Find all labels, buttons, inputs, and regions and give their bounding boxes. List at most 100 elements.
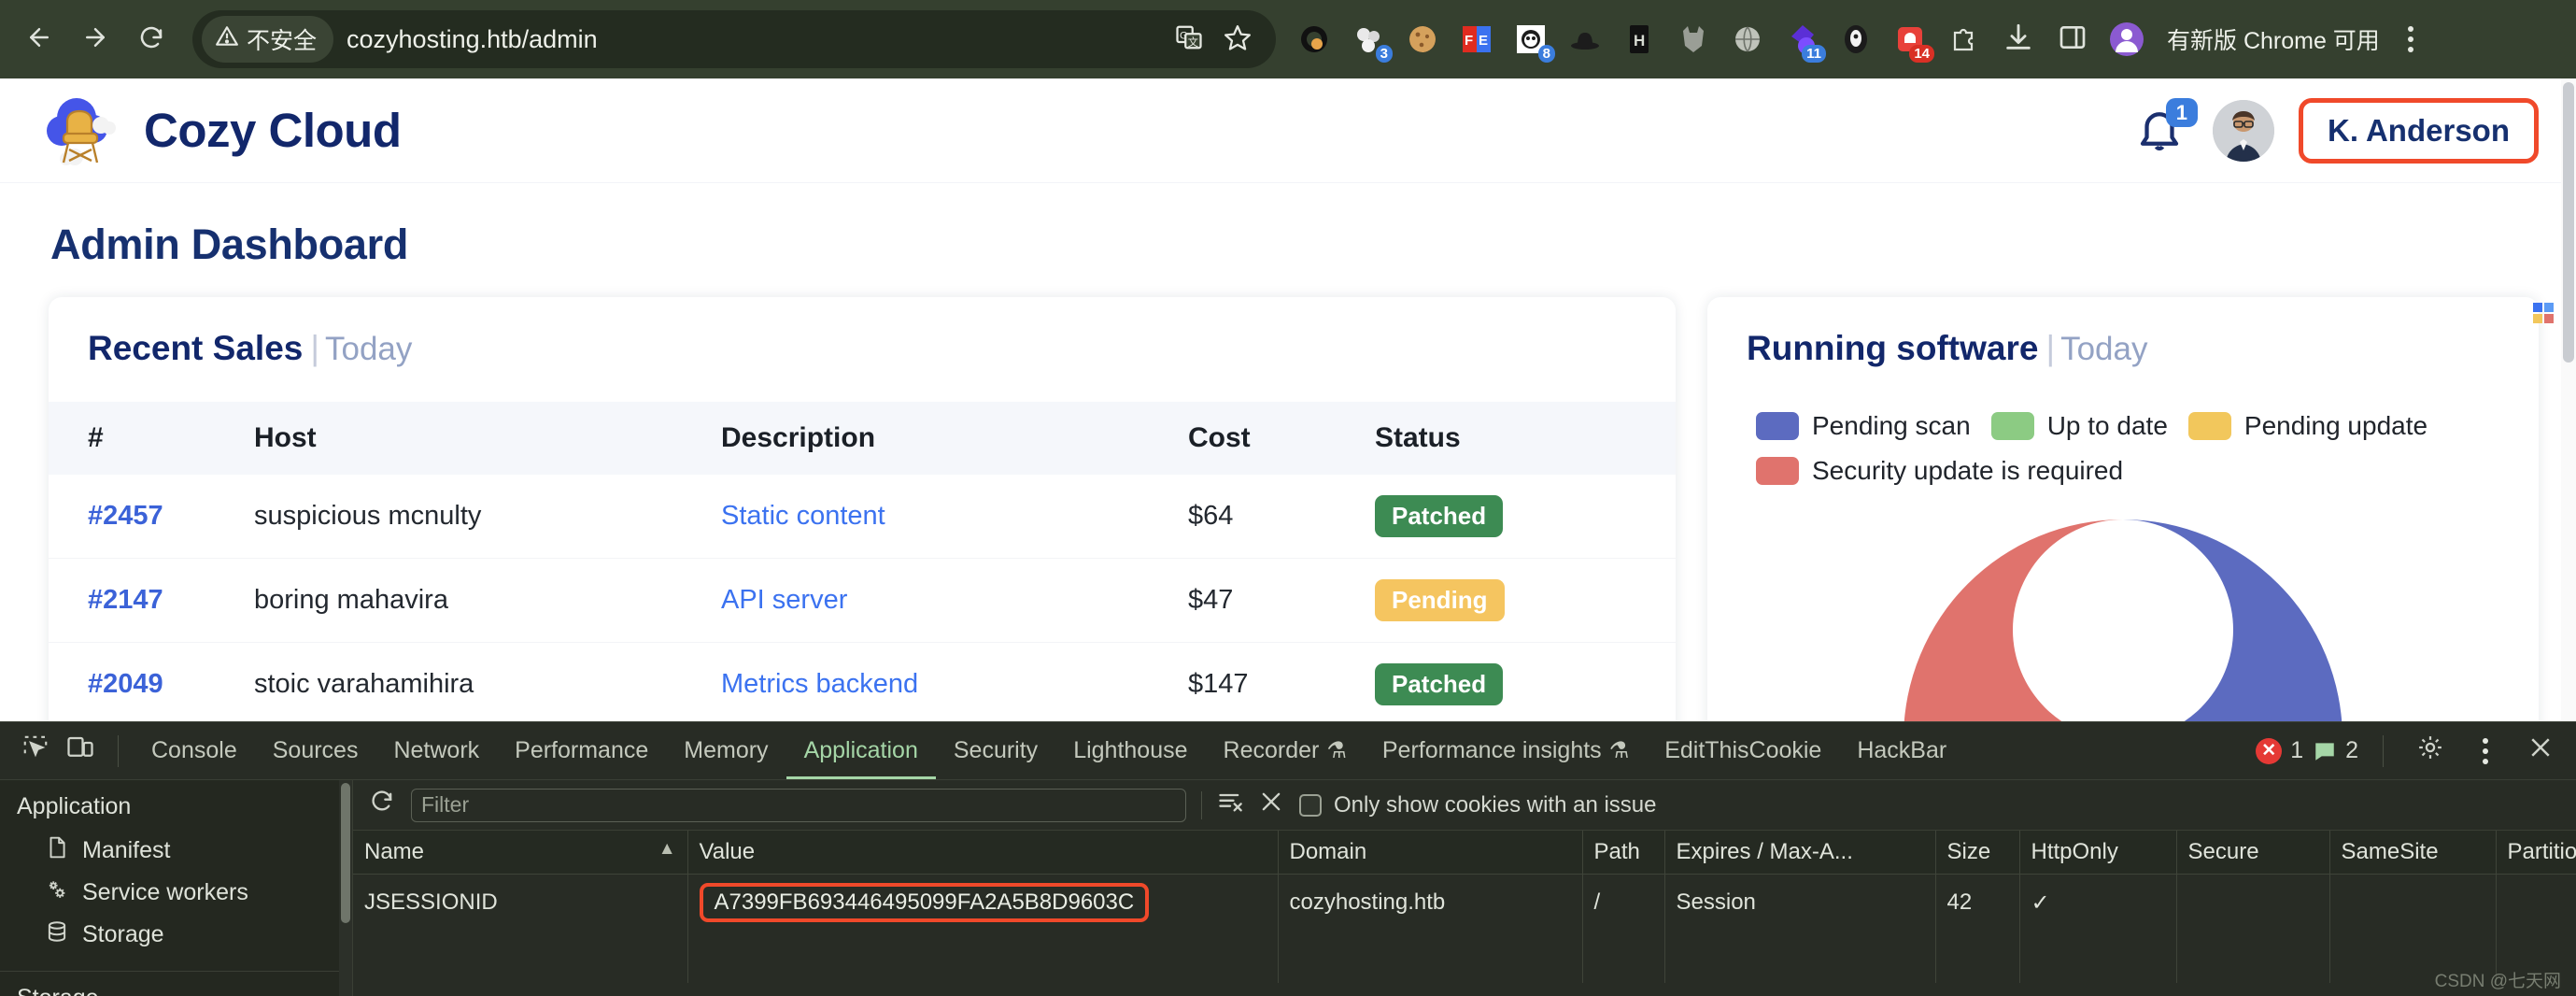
column-header-size[interactable]: Size: [1935, 831, 2020, 875]
tab-application[interactable]: Application: [786, 722, 936, 779]
tab-lighthouse[interactable]: Lighthouse: [1055, 722, 1205, 779]
only-issues-checkbox-row[interactable]: Only show cookies with an issue: [1299, 792, 1657, 818]
cookie-name[interactable]: JSESSIONID: [353, 874, 688, 931]
sale-id-link[interactable]: #2457: [88, 501, 163, 531]
cookie-httponly[interactable]: ✓: [2019, 874, 2177, 931]
tab-performance[interactable]: Performance: [497, 722, 666, 779]
table-row[interactable]: #2049 stoic varahamihira Metrics backend…: [49, 642, 1676, 721]
translate-button[interactable]: G文: [1168, 18, 1210, 61]
tab-console[interactable]: Console: [134, 722, 255, 779]
site-security-chip[interactable]: 不安全: [202, 16, 334, 63]
url-text[interactable]: cozyhosting.htb/admin: [347, 25, 1162, 54]
extension-icon-notifier[interactable]: 14: [1885, 14, 1935, 64]
sidebar-scrollbar-thumb[interactable]: [341, 783, 350, 923]
table-row[interactable]: #2147 boring mahavira API server $47 Pen…: [49, 558, 1676, 643]
tab-sources[interactable]: Sources: [255, 722, 376, 779]
floating-widget-icon[interactable]: [2531, 301, 2555, 325]
user-name-box[interactable]: K. Anderson: [2299, 97, 2539, 164]
running-software-donut-chart[interactable]: [1904, 519, 2342, 721]
sidebar-item-storage[interactable]: Storage: [0, 914, 352, 956]
brand-logo-group[interactable]: Cozy Cloud: [43, 93, 402, 168]
extension-icon-foxyproxy[interactable]: 3: [1343, 14, 1394, 64]
tab-recorder[interactable]: Recorder ⚗: [1206, 722, 1365, 779]
extension-icon-dog[interactable]: [1831, 14, 1881, 64]
cookie-row[interactable]: JSESSIONID A7399FB693446495099FA2A5B8D96…: [353, 874, 2576, 931]
column-header-status[interactable]: Status: [1375, 402, 1676, 475]
column-header-expires[interactable]: Expires / Max-A...: [1664, 831, 1936, 875]
tab-security[interactable]: Security: [936, 722, 1055, 779]
extension-icon-wolf[interactable]: [1668, 14, 1719, 64]
sale-id-link[interactable]: #2049: [88, 669, 163, 699]
message-count-indicator[interactable]: 2: [2313, 737, 2358, 764]
legend-item[interactable]: Up to date: [1990, 411, 2168, 441]
cookies-filter-input[interactable]: [411, 788, 1186, 822]
clear-filtered-cookies-button[interactable]: [1217, 789, 1243, 821]
sidebar-item-service-workers[interactable]: Service workers: [0, 872, 352, 914]
cookie-secure[interactable]: [2176, 874, 2330, 931]
sale-description-link[interactable]: Metrics backend: [721, 669, 918, 699]
address-bar[interactable]: 不安全 cozyhosting.htb/admin G文: [192, 10, 1276, 68]
inspect-element-button[interactable]: [13, 729, 58, 774]
legend-item[interactable]: Pending scan: [1756, 411, 1971, 441]
column-header-partition[interactable]: Partition...: [2496, 831, 2576, 875]
extension-icon-puzzle[interactable]: [1939, 14, 1989, 64]
table-row[interactable]: #2457 suspicious mcnulty Static content …: [49, 475, 1676, 559]
page-scrollbar-thumb[interactable]: [2563, 82, 2574, 363]
column-header-cost[interactable]: Cost: [1188, 402, 1375, 475]
tab-hackbar[interactable]: HackBar: [1839, 722, 1964, 779]
cookie-domain[interactable]: cozyhosting.htb: [1278, 874, 1583, 931]
sidebar-item-manifest[interactable]: Manifest: [0, 830, 352, 872]
sidebar-scrollbar-track[interactable]: [339, 780, 352, 996]
tab-performance-insights[interactable]: Performance insights ⚗: [1365, 722, 1647, 779]
devtools-close-button[interactable]: [2518, 729, 2563, 774]
cookie-value-cell[interactable]: A7399FB693446495099FA2A5B8D9603C: [687, 874, 1279, 931]
column-header-description[interactable]: Description: [721, 402, 1188, 475]
cookie-value[interactable]: A7399FB693446495099FA2A5B8D9603C: [699, 883, 1150, 922]
devtools-settings-button[interactable]: [2408, 729, 2453, 774]
column-header-host[interactable]: Host: [254, 402, 721, 475]
bookmark-button[interactable]: [1216, 18, 1259, 61]
extension-icon-cookie[interactable]: [1397, 14, 1448, 64]
column-header-name[interactable]: Name ▲: [353, 831, 688, 875]
notifications-button[interactable]: 1: [2134, 97, 2199, 158]
browser-menu-button[interactable]: [2387, 13, 2434, 65]
tab-network[interactable]: Network: [375, 722, 497, 779]
downloads-button[interactable]: [1993, 14, 2044, 64]
column-header-value[interactable]: Value: [687, 831, 1279, 875]
cookie-path[interactable]: /: [1582, 874, 1665, 931]
refresh-cookies-button[interactable]: [370, 789, 396, 821]
profile-avatar-button[interactable]: [2102, 14, 2152, 64]
extension-icon-globe[interactable]: [1722, 14, 1773, 64]
extension-icon-panda[interactable]: 8: [1506, 14, 1556, 64]
extension-icon-wappalyzer[interactable]: [1289, 14, 1339, 64]
cookie-samesite[interactable]: [2329, 874, 2497, 931]
extension-icon-hackbar[interactable]: H: [1614, 14, 1664, 64]
side-panel-button[interactable]: [2047, 14, 2098, 64]
device-toolbar-button[interactable]: [58, 729, 103, 774]
cookie-partition[interactable]: [2496, 874, 2576, 931]
devtools-more-button[interactable]: [2462, 725, 2509, 777]
clear-all-cookies-button[interactable]: [1258, 789, 1284, 821]
sale-description-link[interactable]: Static content: [721, 501, 885, 531]
cookie-size[interactable]: 42: [1935, 874, 2020, 931]
error-count-indicator[interactable]: ✕ 1: [2256, 737, 2303, 764]
extension-icon-feedly[interactable]: FE: [1451, 14, 1502, 64]
sale-id-link[interactable]: #2147: [88, 585, 163, 615]
column-header-secure[interactable]: Secure: [2176, 831, 2330, 875]
cookie-expires[interactable]: Session: [1664, 874, 1936, 931]
legend-item[interactable]: Security update is required: [1756, 456, 2123, 486]
sale-description-link[interactable]: API server: [721, 585, 847, 615]
tab-editthiscookie[interactable]: EditThisCookie: [1647, 722, 1839, 779]
page-scrollbar-track[interactable]: [2561, 78, 2576, 721]
extension-icon-blackhat[interactable]: [1560, 14, 1610, 64]
column-header-path[interactable]: Path: [1582, 831, 1665, 875]
column-header-samesite[interactable]: SameSite: [2329, 831, 2497, 875]
chrome-update-text[interactable]: 有新版 Chrome 可用: [2167, 22, 2380, 56]
column-header-id[interactable]: #: [49, 402, 254, 475]
extension-icon-violentmonkey[interactable]: 11: [1776, 14, 1827, 64]
only-issues-checkbox[interactable]: [1299, 793, 1322, 817]
legend-item[interactable]: Pending update: [2187, 411, 2427, 441]
column-header-domain[interactable]: Domain: [1278, 831, 1583, 875]
forward-button[interactable]: [69, 13, 121, 65]
avatar[interactable]: [2213, 99, 2275, 162]
